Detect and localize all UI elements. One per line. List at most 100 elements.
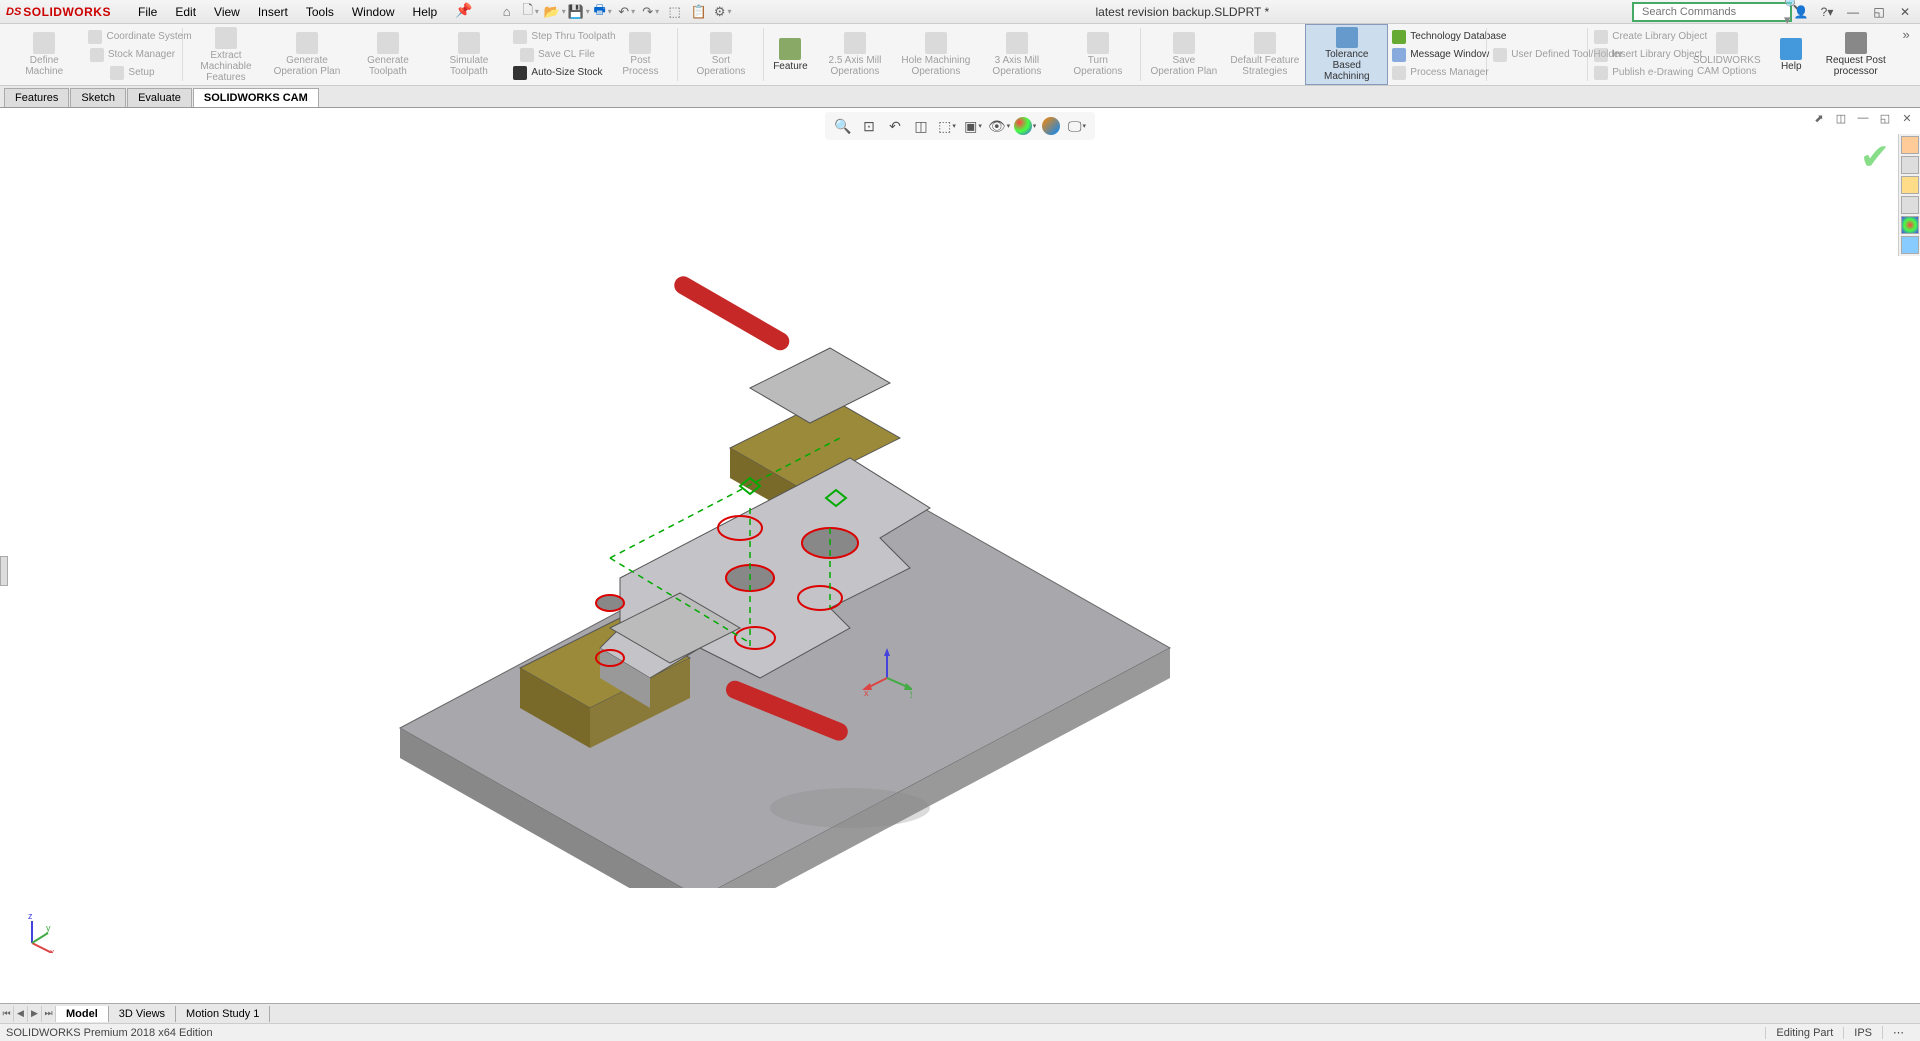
doc-layout-icon[interactable]: ◫ [1832, 110, 1850, 126]
simulate-toolpath-button[interactable]: Simulate Toolpath [428, 24, 509, 85]
apply-scene-icon[interactable] [1039, 114, 1063, 138]
bottom-tab-model[interactable]: Model [56, 1006, 109, 1022]
turn-operations-button[interactable]: Turn Operations [1057, 24, 1138, 85]
minimize-icon[interactable]: — [1844, 3, 1862, 21]
user-defined-tool-button[interactable]: User Defined Tool/Holder [1489, 46, 1585, 64]
hole-machining-button[interactable]: Hole Machining Operations [895, 24, 976, 85]
maximize-icon[interactable]: ◱ [1870, 3, 1888, 21]
menu-window[interactable]: Window [344, 2, 403, 22]
menu-help[interactable]: Help [405, 2, 446, 22]
display-style-icon[interactable]: ▣ [961, 114, 985, 138]
user-icon[interactable]: 👤 [1792, 3, 1810, 21]
tp-resources-icon[interactable] [1901, 136, 1919, 154]
insert-library-button[interactable]: Insert Library Object [1590, 46, 1686, 64]
cam-options-button[interactable]: SOLIDWORKS CAM Options [1686, 24, 1767, 85]
new-doc-icon[interactable]: 🗋 [521, 2, 541, 22]
ribbon-stack-5: Create Library Object Insert Library Obj… [1590, 24, 1686, 85]
view-settings-icon[interactable]: 🖵 [1065, 114, 1089, 138]
sort-operations-button[interactable]: Sort Operations [680, 24, 761, 85]
rebuild-confirm-icon[interactable]: ✔ [1860, 136, 1890, 178]
step-thru-toolpath-button[interactable]: Step Thru Toolpath [509, 28, 605, 46]
doc-close-icon[interactable]: ✕ [1898, 110, 1916, 126]
open-doc-icon[interactable]: 📂 [545, 2, 565, 22]
menu-view[interactable]: View [206, 2, 248, 22]
feature-button[interactable]: Feature [766, 24, 814, 85]
model-view[interactable] [310, 248, 1180, 888]
graphics-area[interactable]: 🔍 ⊡ ↶ ◫ ⬚ ▣ 👁 🖵 ⬈ ◫ — ◱ ✕ ✔ [0, 108, 1920, 1003]
message-window-button[interactable]: Message Window [1388, 46, 1484, 64]
help-icon[interactable]: ?▾ [1818, 3, 1836, 21]
zoom-fit-icon[interactable]: 🔍 [831, 114, 855, 138]
status-extras-icon[interactable]: ⋯ [1882, 1026, 1914, 1039]
generate-toolpath-button[interactable]: Generate Toolpath [347, 24, 428, 85]
menu-file[interactable]: File [130, 2, 165, 22]
bt-nav-first-icon[interactable]: ⏮ [0, 1006, 14, 1022]
25-axis-mill-button[interactable]: 2.5 Axis Mill Operations [814, 24, 895, 85]
search-commands-box[interactable]: 🔍▾ [1632, 2, 1792, 22]
tab-solidworks-cam[interactable]: SOLIDWORKS CAM [193, 88, 319, 107]
tab-sketch[interactable]: Sketch [70, 88, 126, 107]
turn-ops-icon [1087, 32, 1109, 54]
home-icon[interactable]: ⌂ [497, 2, 517, 22]
menu-insert[interactable]: Insert [250, 2, 296, 22]
doc-minimize-icon[interactable]: — [1854, 110, 1872, 126]
close-icon[interactable]: ✕ [1896, 3, 1914, 21]
doc-maximize-icon[interactable]: ◱ [1876, 110, 1894, 126]
tab-features[interactable]: Features [4, 88, 69, 107]
menu-edit[interactable]: Edit [167, 2, 204, 22]
tp-design-library-icon[interactable] [1901, 156, 1919, 174]
define-machine-button[interactable]: Define Machine [4, 24, 84, 85]
view-orientation-icon[interactable]: ⬚ [935, 114, 959, 138]
extract-features-button[interactable]: Extract Machinable Features [185, 24, 266, 85]
ribbon-overflow-icon[interactable]: » [1896, 24, 1916, 44]
hide-show-icon[interactable]: 👁 [987, 114, 1011, 138]
bt-nav-next-icon[interactable]: ▶ [28, 1006, 42, 1022]
save-cl-file-button[interactable]: Save CL File [509, 46, 605, 64]
bottom-tab-motion-study-1[interactable]: Motion Study 1 [176, 1006, 270, 1022]
tolerance-based-machining-button[interactable]: Tolerance Based Machining [1305, 24, 1388, 85]
pin-menu-icon[interactable]: 📌 [447, 2, 480, 22]
print-icon[interactable]: 🖶 [593, 2, 613, 22]
origin-triad[interactable]: x y [862, 648, 912, 698]
request-post-processor-button[interactable]: Request Post processor [1815, 24, 1896, 85]
save-icon[interactable]: 💾 [569, 2, 589, 22]
tp-custom-properties-icon[interactable] [1901, 236, 1919, 254]
select-icon[interactable]: ⬚ [665, 2, 685, 22]
bt-nav-prev-icon[interactable]: ◀ [14, 1006, 28, 1022]
zoom-area-icon[interactable]: ⊡ [857, 114, 881, 138]
create-library-button[interactable]: Create Library Object [1590, 28, 1686, 46]
setup-button[interactable]: Setup [84, 64, 180, 82]
process-manager-button[interactable]: Process Manager [1388, 64, 1484, 82]
search-input[interactable] [1642, 6, 1784, 18]
tp-file-explorer-icon[interactable] [1901, 176, 1919, 194]
3-axis-mill-button[interactable]: 3 Axis Mill Operations [976, 24, 1057, 85]
coordinate-system-button[interactable]: Coordinate System [84, 28, 180, 46]
proc-mgr-icon [1392, 66, 1406, 80]
previous-view-icon[interactable]: ↶ [883, 114, 907, 138]
menu-tools[interactable]: Tools [298, 2, 342, 22]
redo-icon[interactable]: ↷ [641, 2, 661, 22]
edit-appearance-icon[interactable] [1013, 114, 1037, 138]
bt-nav-last-icon[interactable]: ⏭ [42, 1006, 56, 1022]
default-strategies-button[interactable]: Default Feature Strategies [1224, 24, 1305, 85]
stock-manager-button[interactable]: Stock Manager [84, 46, 180, 64]
doc-popout-icon[interactable]: ⬈ [1810, 110, 1828, 126]
post-process-button[interactable]: Post Process [605, 24, 675, 85]
rebuild-icon[interactable]: 📋 [689, 2, 709, 22]
technology-database-button[interactable]: Technology Database [1388, 28, 1484, 46]
feature-manager-flyout-handle[interactable] [0, 556, 8, 586]
section-view-icon[interactable]: ◫ [909, 114, 933, 138]
tp-appearances-icon[interactable] [1901, 216, 1919, 234]
publish-edrawing-button[interactable]: Publish e-Drawing [1590, 64, 1686, 82]
tp-view-palette-icon[interactable] [1901, 196, 1919, 214]
auto-size-stock-button[interactable]: Auto-Size Stock [509, 64, 605, 82]
undo-icon[interactable]: ↶ [617, 2, 637, 22]
status-units[interactable]: IPS [1843, 1027, 1882, 1039]
reference-triad[interactable]: z x y [20, 913, 60, 953]
options-gear-icon[interactable]: ⚙ [713, 2, 733, 22]
bottom-tab-3d-views[interactable]: 3D Views [109, 1006, 176, 1022]
cam-help-button[interactable]: Help [1767, 24, 1815, 85]
save-op-plan-button[interactable]: Save Operation Plan [1143, 24, 1224, 85]
tab-evaluate[interactable]: Evaluate [127, 88, 192, 107]
generate-op-plan-button[interactable]: Generate Operation Plan [266, 24, 347, 85]
